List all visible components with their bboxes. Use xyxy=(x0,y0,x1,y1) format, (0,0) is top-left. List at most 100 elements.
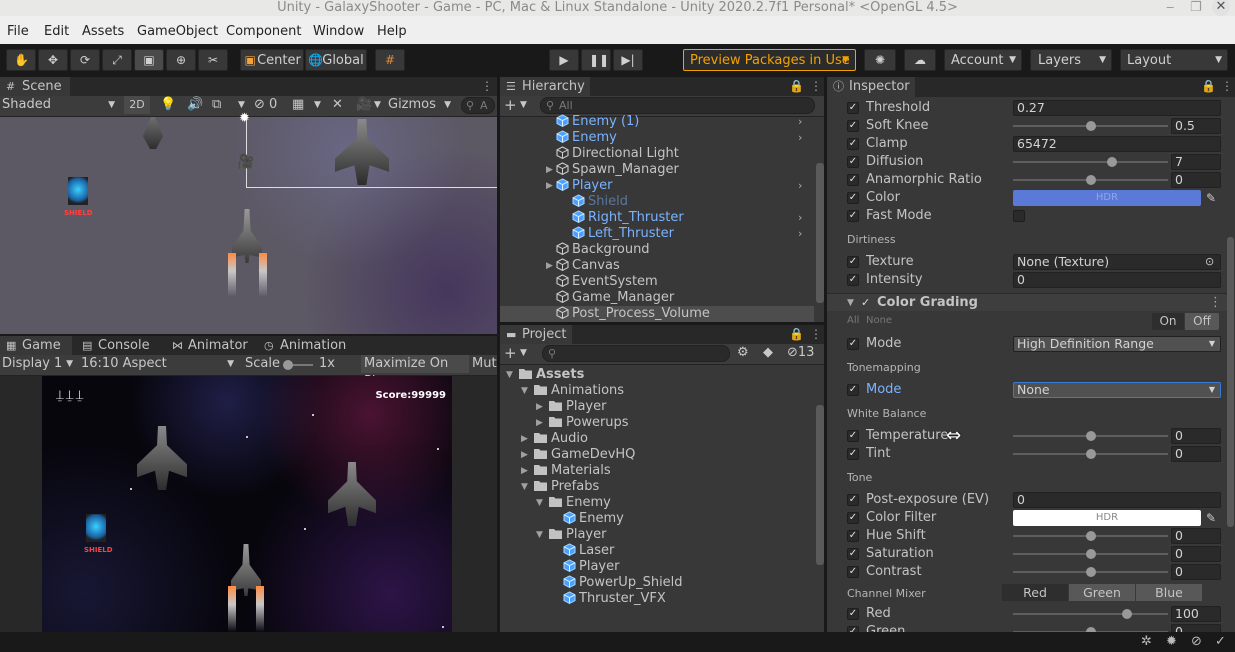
color-swatch[interactable]: HDR xyxy=(1013,190,1201,206)
slider-knob[interactable] xyxy=(1085,121,1096,131)
hand-tool-button[interactable]: ✋ xyxy=(6,49,36,71)
property-value-field[interactable]: 0.5 xyxy=(1171,118,1221,134)
hierarchy-item[interactable]: Right_Thruster › xyxy=(500,210,814,226)
foldout-arrow-icon[interactable]: ▶ xyxy=(521,447,528,463)
on-button[interactable]: On xyxy=(1152,313,1184,330)
property-value-field[interactable]: 7 xyxy=(1171,154,1221,170)
project-folder-item[interactable]: ▼ Prefabs xyxy=(500,479,814,495)
override-checkbox[interactable]: ✓ xyxy=(847,138,859,150)
chevron-down-icon[interactable]: ▼ xyxy=(520,344,527,362)
property-value-field[interactable]: 0 xyxy=(1171,172,1221,188)
tab-hierarchy[interactable]: ☰ Hierarchy xyxy=(500,77,590,97)
foldout-arrow-icon[interactable]: ▶ xyxy=(536,399,543,415)
slider-knob[interactable] xyxy=(1085,549,1096,559)
color-grading-header[interactable]: ▼ ✓ Color Grading ⋮ xyxy=(827,293,1227,311)
transform-tool-button[interactable]: ⊕ xyxy=(166,49,196,71)
foldout-arrow-icon[interactable]: ▶ xyxy=(521,431,528,447)
property-toggle[interactable] xyxy=(1013,210,1025,222)
foldout-open-icon[interactable]: ▼ xyxy=(847,294,854,312)
foldout-arrow-icon[interactable]: ▶ xyxy=(521,463,528,479)
hierarchy-item[interactable]: Shield xyxy=(500,194,814,210)
project-prefab-item[interactable]: Enemy xyxy=(500,511,814,527)
hierarchy-item[interactable]: Directional Light xyxy=(500,146,814,162)
tab-game[interactable]: ▦ Game xyxy=(0,336,72,356)
property-slider[interactable] xyxy=(1013,567,1168,577)
menu-assets[interactable]: Assets xyxy=(82,24,124,39)
property-slider[interactable] xyxy=(1013,157,1168,167)
project-prefab-item[interactable]: PowerUp_Shield xyxy=(500,575,814,591)
foldout-arrow-icon[interactable]: ▶ xyxy=(546,258,553,274)
open-prefab-arrow-icon[interactable]: › xyxy=(798,114,802,130)
hierarchy-item[interactable]: Enemy › xyxy=(500,130,814,146)
scale-slider[interactable] xyxy=(283,360,313,370)
lock-icon[interactable]: 🔒 xyxy=(789,79,804,93)
override-checkbox[interactable]: ✓ xyxy=(847,102,859,114)
hierarchy-item[interactable]: Post_Process_Volume xyxy=(500,306,814,322)
foldout-open-icon[interactable]: ▼ xyxy=(506,367,513,383)
custom-tool-button[interactable]: ✂ xyxy=(198,49,228,71)
create-add-icon[interactable]: + xyxy=(504,344,517,362)
step-button[interactable]: ▶| xyxy=(613,49,643,71)
project-prefab-item[interactable]: Thruster_VFX xyxy=(500,591,814,607)
tab-animator[interactable]: ⋈ Animator xyxy=(166,336,254,356)
override-checkbox[interactable]: ✓ xyxy=(847,192,859,204)
pause-button[interactable]: ❚❚ xyxy=(581,49,611,71)
gizmos-dropdown[interactable]: Gizmos ▼ xyxy=(388,96,454,114)
menu-component[interactable]: Component xyxy=(226,24,301,39)
slider-knob[interactable] xyxy=(1085,449,1096,459)
foldout-arrow-icon[interactable]: ▶ xyxy=(546,162,553,178)
override-checkbox[interactable]: ✓ xyxy=(847,530,859,542)
kebab-menu-icon[interactable]: ⋮ xyxy=(810,79,822,93)
hidden-packages-toggle[interactable]: ⊘13 xyxy=(787,344,821,362)
inspector-scrollbar[interactable] xyxy=(1227,237,1234,527)
mute-audio-toggle[interactable]: Mut xyxy=(472,355,497,373)
lock-icon[interactable]: 🔒 xyxy=(1201,79,1216,93)
property-slider[interactable] xyxy=(1013,531,1168,541)
grid-snap-button[interactable]: # xyxy=(375,49,405,71)
override-checkbox[interactable]: ✓ xyxy=(847,430,859,442)
foldout-open-icon[interactable]: ▼ xyxy=(536,495,543,511)
override-checkbox[interactable]: ✓ xyxy=(847,494,859,506)
open-prefab-arrow-icon[interactable]: › xyxy=(798,226,802,242)
property-slider[interactable] xyxy=(1013,609,1168,619)
tonemapping-mode-dropdown[interactable]: None ▼ xyxy=(1013,382,1221,398)
grading-mode-dropdown[interactable]: High Definition Range ▼ xyxy=(1013,336,1221,352)
override-checkbox[interactable]: ✓ xyxy=(847,548,859,560)
display-dropdown[interactable]: Display 1 ▼ xyxy=(2,355,76,373)
layout-dropdown[interactable]: Layout ▼ xyxy=(1120,49,1228,71)
select-none-link[interactable]: None xyxy=(866,315,892,326)
project-prefab-item[interactable]: Laser xyxy=(500,543,814,559)
pivot-center-button[interactable]: ▣ Center xyxy=(240,49,304,71)
menu-window[interactable]: Window xyxy=(313,24,364,39)
minimize-icon[interactable]: ‒ xyxy=(1166,0,1174,16)
channel-blue-tab[interactable]: Blue xyxy=(1136,584,1202,601)
rect-tool-button[interactable]: ▣ xyxy=(134,49,164,71)
property-value-field[interactable]: 0 xyxy=(1013,272,1221,288)
menu-edit[interactable]: Edit xyxy=(44,24,69,39)
rotate-tool-button[interactable]: ⟳ xyxy=(70,49,100,71)
chevron-down-icon[interactable]: ▼ xyxy=(374,96,381,114)
restore-icon[interactable]: ❐ xyxy=(1190,0,1202,16)
hierarchy-item[interactable]: Enemy (1) › xyxy=(500,114,814,130)
chevron-down-icon[interactable]: ▼ xyxy=(520,96,527,114)
override-checkbox[interactable]: ✓ xyxy=(847,256,859,268)
game-view[interactable]: ⍊⍊⍊ Score:99999 SHIELD xyxy=(42,376,452,632)
global-space-button[interactable]: 🌐 Global xyxy=(305,49,367,71)
foldout-arrow-icon[interactable]: ▶ xyxy=(536,415,543,431)
audio-icon[interactable]: 🔊 xyxy=(187,96,203,114)
menu-gameobject[interactable]: GameObject xyxy=(137,24,218,39)
color-grading-enabled-checkbox[interactable]: ✓ xyxy=(861,294,870,312)
tab-animation[interactable]: ◷ Animation xyxy=(258,336,358,356)
property-slider[interactable] xyxy=(1013,549,1168,559)
open-prefab-arrow-icon[interactable]: › xyxy=(798,210,802,226)
scale-tool-button[interactable]: ⤢ xyxy=(102,49,132,71)
aspect-dropdown[interactable]: 16:10 Aspect ▼ xyxy=(81,355,237,373)
project-folder-item[interactable]: ▶ Audio xyxy=(500,431,814,447)
menu-file[interactable]: File xyxy=(7,24,29,39)
project-prefab-item[interactable]: Player xyxy=(500,559,814,575)
grid-icon[interactable]: ▦ xyxy=(292,96,304,114)
slider-knob[interactable] xyxy=(1085,431,1096,441)
tools-icon[interactable]: ✕ xyxy=(332,96,343,114)
tab-inspector[interactable]: ⓘ Inspector xyxy=(827,77,915,97)
property-value-field[interactable]: 65472 xyxy=(1013,136,1221,152)
